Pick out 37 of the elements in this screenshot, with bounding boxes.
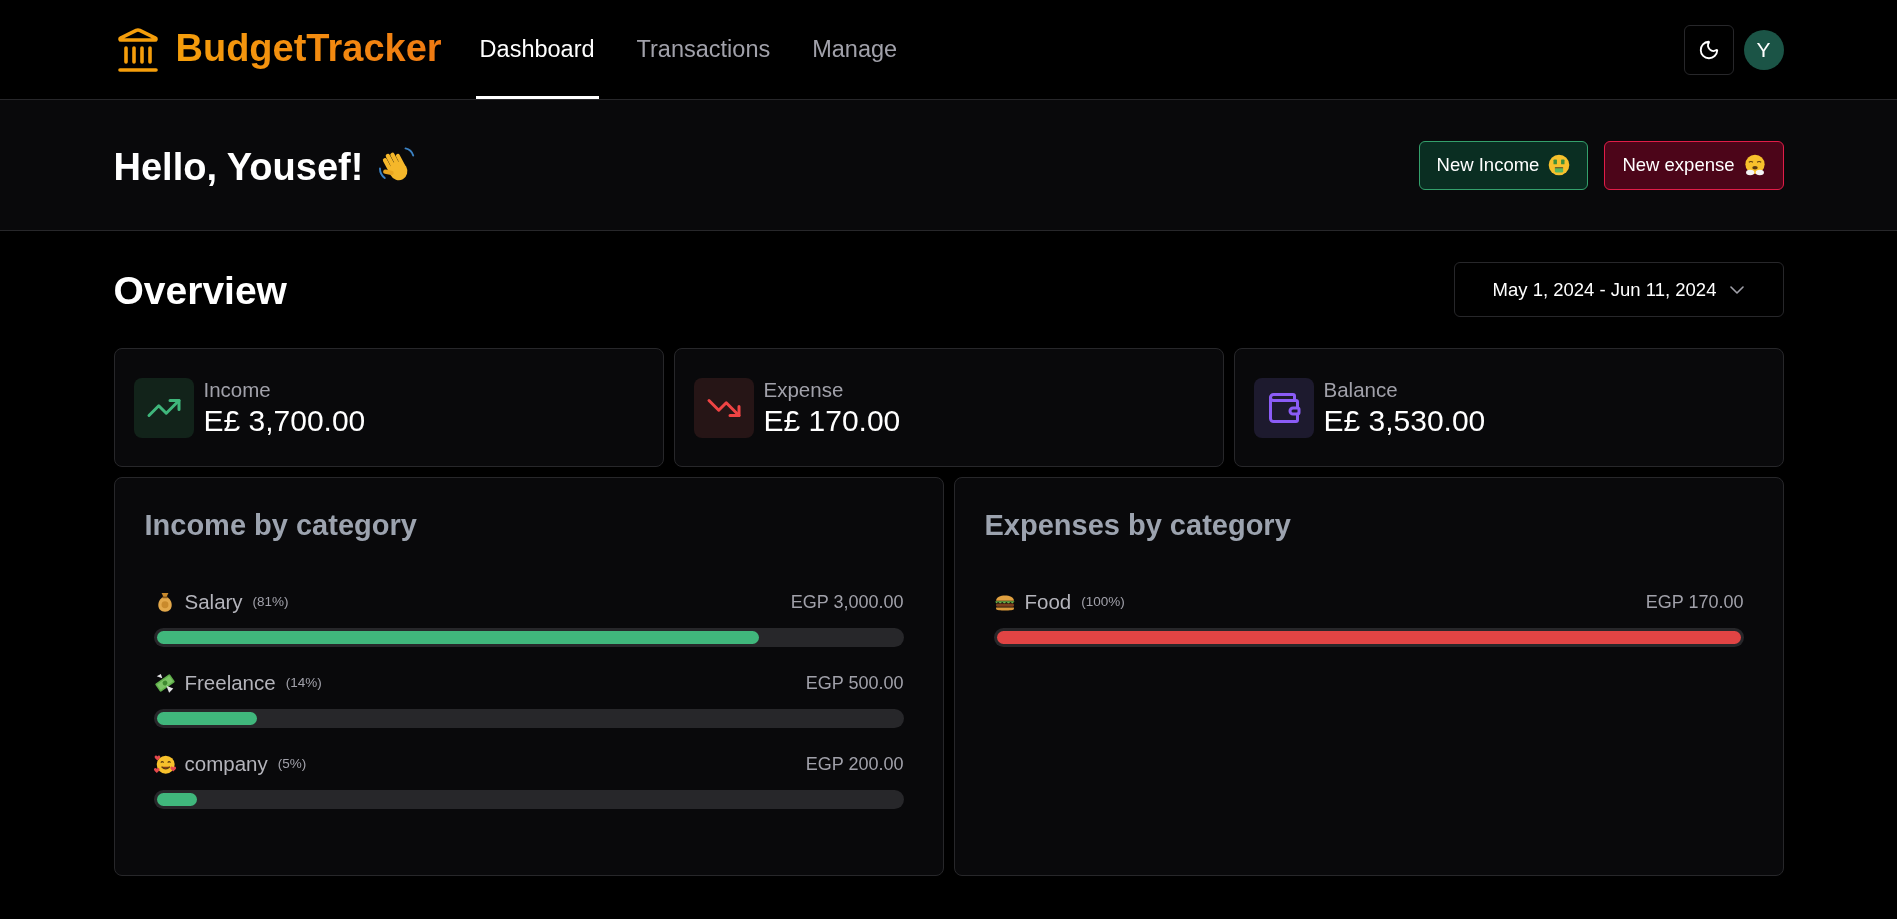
chevron-down-icon [1730, 285, 1745, 294]
new-income-button[interactable]: New Income [1418, 140, 1589, 190]
category-amount: EGP 3,000.00 [790, 590, 904, 614]
category-name: Freelance [184, 669, 276, 696]
stat-label: Balance [1323, 376, 1399, 403]
trending-down-icon [693, 377, 754, 438]
category-amount: EGP 500.00 [805, 671, 904, 695]
nav-tab[interactable]: Transactions [632, 0, 775, 99]
greeting-title: Hello, Yousef! [113, 144, 364, 190]
stat-value: E£ 170.00 [763, 402, 901, 439]
category-name: company [184, 750, 268, 777]
category-name: Salary [184, 588, 243, 615]
category-percent: (5%) [277, 754, 307, 773]
theme-toggle-button[interactable] [1683, 24, 1734, 75]
category-amount: EGP 200.00 [805, 752, 904, 776]
category-percent: (14%) [285, 673, 322, 692]
new-expense-button[interactable]: New expense [1604, 140, 1784, 190]
huffing-face-icon [1743, 154, 1766, 176]
user-avatar[interactable]: Y [1743, 29, 1784, 70]
category-amount: EGP 170.00 [1645, 590, 1744, 614]
wallet-icon [1253, 377, 1314, 438]
category-percent: (100%) [1081, 592, 1125, 611]
stat-label: Income [203, 376, 272, 403]
nav-tab[interactable]: Manage [808, 0, 902, 99]
stat-value: E£ 3,530.00 [1323, 402, 1486, 439]
moon-icon [1697, 38, 1720, 61]
stat-value: E£ 3,700.00 [203, 402, 366, 439]
stat-label: Expense [763, 376, 845, 403]
category-percent: (81%) [252, 592, 289, 611]
overview-title: Overview [113, 267, 287, 314]
category-name: Food [1024, 588, 1072, 615]
category-card-title: Income by category [144, 508, 418, 543]
money-mouth-face-icon [1548, 154, 1571, 176]
smiling-face-with-hearts-icon [153, 753, 176, 775]
trending-up-icon [133, 377, 194, 438]
category-card-title: Expenses by category [984, 508, 1292, 543]
date-range-picker[interactable]: May 1, 2024 - Jun 11, 2024 [1453, 262, 1784, 317]
